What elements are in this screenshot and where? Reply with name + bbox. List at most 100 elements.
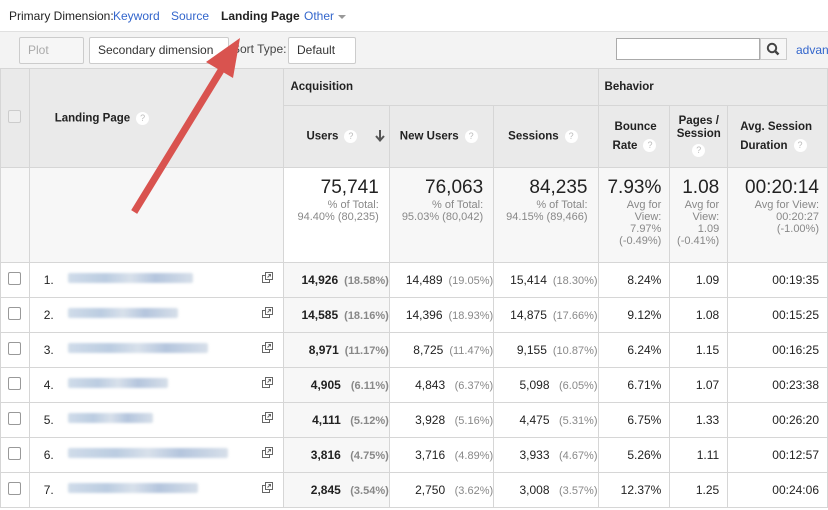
select-all-checkbox[interactable] [8,110,22,123]
open-external-icon[interactable] [262,377,274,388]
search-button[interactable] [760,38,787,60]
users-total-value: 75,741 [320,177,379,198]
totals-blank [28,167,285,263]
avg-session-duration-cell: 00:24:06 [727,472,828,508]
landing-page-link-redacted[interactable] [67,483,198,493]
open-external-icon[interactable] [262,412,274,423]
landing-page-link-redacted[interactable] [67,273,193,283]
row-checkbox[interactable] [8,342,22,355]
table-search-input[interactable] [616,38,760,60]
landing-page-link-redacted[interactable] [67,413,153,423]
landing-page-link-redacted[interactable] [67,343,208,353]
plot-rows-button[interactable]: Plot Rows [19,37,84,82]
table-row: 5. 4,111 (5.12%) 3,928 (5.16%) 4,475 (5.31%) 6.… [0,402,828,438]
sessions-cell: 3,933 (4.67%) [493,437,599,473]
users-value: 14,585 [301,308,339,322]
dimension-other-dropdown[interactable]: Other [304,9,347,23]
help-icon[interactable]: ? [344,130,358,143]
sessions-value: 9,155 [516,343,547,357]
advanced-filter-link[interactable]: advanced [796,43,828,57]
help-icon[interactable]: ? [643,138,657,152]
acquisition-group-header: Acquisition [283,68,599,106]
new-users-cell: 2,750 (3.62%) [388,472,495,508]
arrow-down-icon [375,130,385,142]
help-icon[interactable]: ? [793,138,807,152]
new-users-cell: 4,843 (6.37%) [388,367,495,403]
landing-page-cell: 7. [28,472,285,508]
avg-session-duration-total-l2: 00:20:27 [776,211,819,223]
users-total-label: % of Total: [327,199,379,211]
new-users-value: 14,396 [405,308,443,322]
sort-type-dropdown[interactable]: Default [288,37,356,78]
table-row: 6. 3,816 (4.75%) 3,716 (4.89%) 3,933 (4.67%) 5.… [0,437,828,473]
users-value: 8,971 [308,343,339,357]
users-cell: 8,971 (11.17%) [283,332,390,368]
landing-page-header-label: Landing Page [54,112,131,125]
sessions-value: 5,098 [519,378,550,392]
users-percent: (18.58%) [344,275,389,287]
pages-per-session-header-line1: Pages / [678,115,719,128]
sessions-value: 15,414 [510,273,547,287]
landing-page-link-redacted[interactable] [67,308,178,318]
landing-page-cell: 1. [28,262,285,298]
row-checkbox[interactable] [8,482,22,495]
avg-session-duration-total-value: 00:20:14 [745,177,819,198]
row-checkbox[interactable] [8,377,22,390]
dimension-source-link[interactable]: Source [171,9,209,23]
behavior-group-header: Behavior [597,68,828,106]
row-rank: 6. [43,448,54,462]
new-users-cell: 3,928 (5.16%) [388,402,495,438]
row-select-cell [0,297,30,333]
new-users-header[interactable]: New Users? [388,105,495,168]
totals-row: 75,741% of Total: 94.40% (80,235) 76,063%… [0,167,828,263]
row-checkbox[interactable] [8,412,22,425]
open-external-icon[interactable] [262,307,274,318]
bounce-rate-cell: 12.37% [597,472,671,508]
bounce-rate-cell: 6.71% [597,367,671,403]
users-header[interactable]: Users? [283,105,390,168]
secondary-dimension-dropdown[interactable]: Secondary dimension [89,37,229,78]
users-value: 4,905 [310,378,341,392]
landing-page-link-redacted[interactable] [67,378,168,388]
new-users-percent: (5.16%) [454,415,494,427]
help-icon[interactable]: ? [692,144,706,158]
bounce-rate-header-line1: Bounce [614,120,657,133]
new-users-total: 76,063% of Total: 95.03% (80,042) [388,167,495,263]
open-external-icon[interactable] [262,482,274,493]
new-users-percent: (11.47%) [449,345,494,357]
users-percent: (18.16%) [344,310,389,322]
table-row: 2. 14,585 (18.16%) 14,396 (18.93%) 14,875 (17.… [0,297,828,333]
landing-page-header[interactable]: Landing Page? [28,68,285,168]
sessions-total: 84,235% of Total: 94.15% (89,466) [493,167,599,263]
pages-per-session-header[interactable]: Pages / Session? [669,105,729,168]
new-users-total-value: 76,063 [425,177,484,198]
row-checkbox[interactable] [8,307,22,320]
bounce-rate-header[interactable]: Bounce Rate? [597,105,671,168]
pages-per-session-cell: 1.09 [669,262,729,298]
pages-per-session-cell: 1.15 [669,332,729,368]
open-external-icon[interactable] [262,447,274,458]
new-users-cell: 14,396 (18.93%) [388,297,495,333]
landing-page-link-redacted[interactable] [67,448,228,458]
open-external-icon[interactable] [262,342,274,353]
dimension-landing-page-tab[interactable]: Landing Page [221,9,300,23]
help-icon[interactable]: ? [464,130,478,143]
table-row: 3. 8,971 (11.17%) 8,725 (11.47%) 9,155 (10.87%… [0,332,828,368]
sessions-percent: (4.67%) [558,450,598,462]
sessions-percent: (10.87%) [552,345,598,357]
help-icon[interactable]: ? [136,111,150,125]
avg-session-duration-total-l1: Avg for View: [754,199,819,211]
new-users-total-label: % of Total: [431,199,484,211]
sessions-value: 14,875 [510,308,547,322]
sessions-header[interactable]: Sessions? [493,105,599,168]
data-table: Landing Page? Acquisition Behavior Users… [0,68,828,508]
users-percent: (4.75%) [350,450,389,462]
avg-session-duration-header[interactable]: Avg. Session Duration? [727,105,828,168]
row-checkbox[interactable] [8,447,22,460]
open-external-icon[interactable] [262,272,274,283]
row-rank: 2. [43,308,54,322]
help-icon[interactable]: ? [564,130,578,143]
dimension-keyword-link[interactable]: Keyword [113,9,160,23]
totals-blank [0,167,30,263]
row-checkbox[interactable] [8,272,22,285]
